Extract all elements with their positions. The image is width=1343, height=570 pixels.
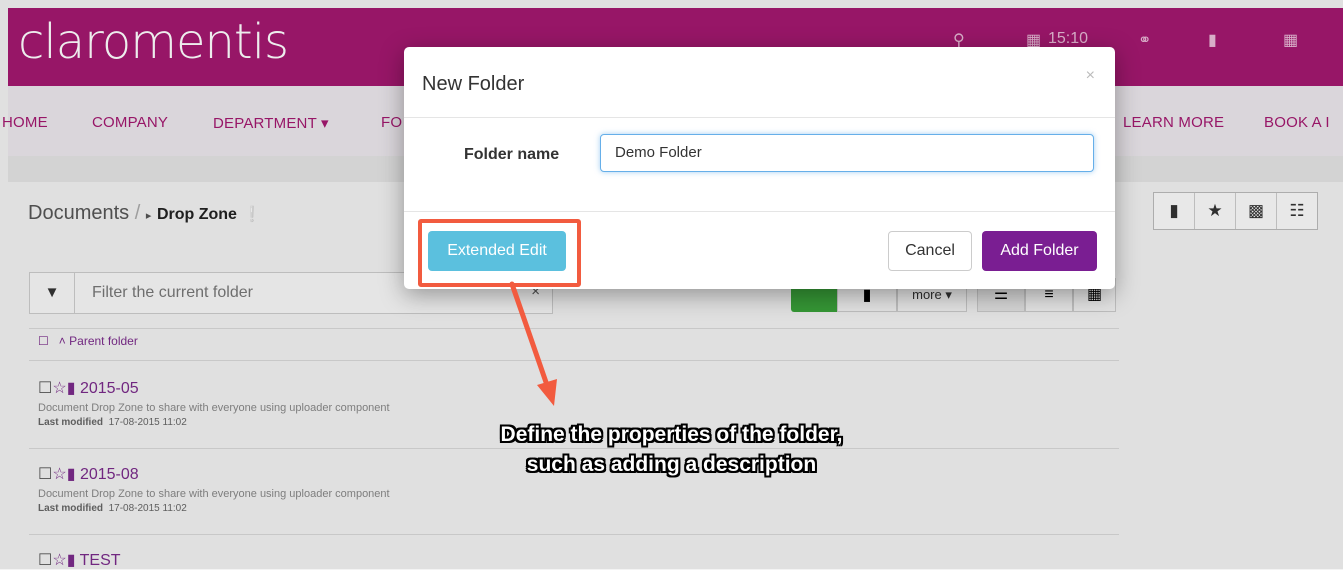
annotation-arrow <box>509 281 557 406</box>
annotation-line-2: such as adding a description <box>526 453 817 476</box>
annotation-arrow-head <box>537 379 557 406</box>
annotation-callout: Define the properties of the folder, suc… <box>0 420 1343 480</box>
annotation-arrow-line <box>509 281 551 391</box>
application-page: claromentis ⚲ ▦ 15:10 ⚭ ▮ ▦ HOME COMPANY… <box>0 0 1343 569</box>
annotation-line-1: Define the properties of the folder, <box>500 423 843 446</box>
